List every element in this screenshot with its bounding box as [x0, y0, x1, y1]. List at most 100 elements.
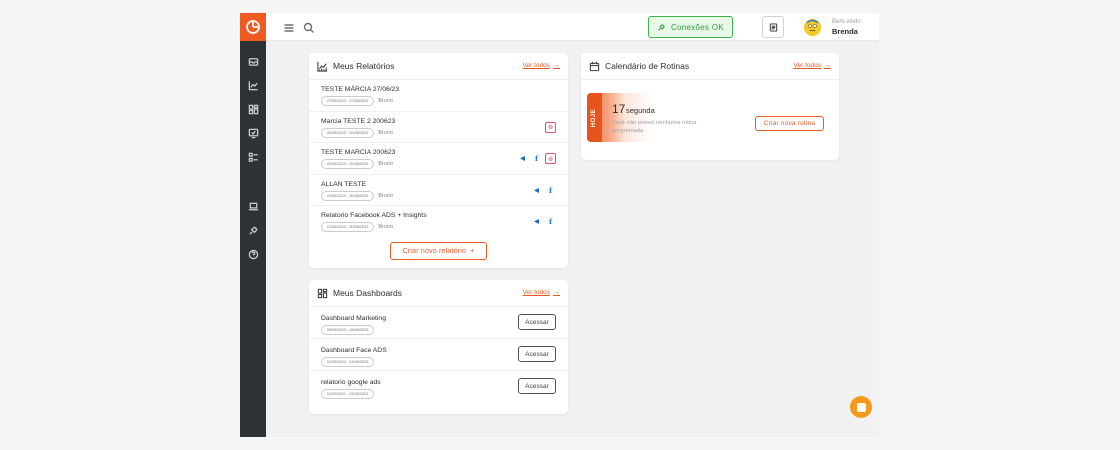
- today-tag: HOJE: [587, 93, 602, 142]
- report-row[interactable]: ALLAN TESTE 01/06/2023 - 30/06/2023 Bruno…: [309, 175, 568, 206]
- calendar-title: Calendário de Rotinas: [605, 61, 690, 71]
- report-author: Bruno: [378, 224, 394, 230]
- reports-card-header: Meus Relatórios Ver todos →: [309, 53, 568, 80]
- inbox-icon: [248, 57, 258, 66]
- chart-icon: [248, 80, 258, 90]
- connections-status-button[interactable]: Conexões OK: [648, 16, 733, 38]
- routine-calendar-card: Calendário de Rotinas Ver todos → HOJE 17…: [581, 53, 839, 160]
- create-routine-button[interactable]: Criar nova rotina: [755, 116, 824, 131]
- dashboards-list: Dashboard Marketing 05/06/2023 - 08/06/2…: [309, 307, 568, 403]
- username: Brenda: [832, 27, 858, 36]
- day-number: 17: [612, 102, 626, 116]
- report-name: Marcia TESTE 2 200623: [321, 117, 396, 125]
- avatar[interactable]: [804, 19, 821, 36]
- meta-ads-icon: ◀: [520, 156, 525, 162]
- report-author: Bruno: [378, 98, 394, 104]
- dashboards-card-header: Meus Dashboards Ver todos →: [309, 280, 568, 307]
- create-report-label: Criar novo relatório: [402, 247, 467, 255]
- report-date-range: 20/06/2023 - 20/06/2023: [321, 159, 375, 169]
- plug-icon: [658, 23, 665, 31]
- report-author: Bruno: [378, 161, 394, 167]
- report-date-range: 20/06/2023 - 20/06/2023: [321, 127, 375, 138]
- reports-card: Meus Relatórios Ver todos → TESTE MÁRCIA …: [309, 53, 568, 268]
- dashboard-icon: [317, 288, 328, 299]
- arrow-right-icon: →: [824, 62, 831, 69]
- chat-support-button[interactable]: [850, 396, 872, 418]
- today-tag-label: HOJE: [591, 108, 598, 127]
- brand-logo[interactable]: [240, 13, 266, 41]
- calendar-see-all-link[interactable]: Ver todos →: [794, 62, 831, 69]
- see-all-label: Ver todos: [522, 62, 550, 69]
- sidebar: [240, 13, 266, 437]
- laptop-icon: [248, 202, 258, 210]
- report-row[interactable]: Relatorio Facebook ADS + Insights 01/06/…: [309, 206, 568, 238]
- plus-icon: +: [470, 247, 475, 255]
- hamburger-icon: [284, 24, 294, 32]
- report-row[interactable]: TESTE MARCIA 200623 20/06/2023 - 20/06/2…: [309, 143, 568, 175]
- instagram-icon: ◎: [545, 121, 556, 133]
- help-icon: [248, 249, 258, 259]
- sidebar-item-reports[interactable]: [240, 73, 266, 97]
- day-name: segunda: [626, 106, 655, 115]
- create-report-button[interactable]: Criar novo relatório +: [390, 242, 487, 260]
- dashboard-icon: [248, 104, 258, 114]
- plug-icon: [248, 225, 258, 235]
- access-dashboard-button[interactable]: Acessar: [518, 314, 556, 330]
- menu-button[interactable]: [283, 21, 295, 33]
- dashboards-see-all-link[interactable]: Ver todos →: [523, 289, 560, 296]
- calendar-card-header: Calendário de Rotinas Ver todos →: [581, 53, 839, 80]
- sidebar-item-connections[interactable]: [240, 218, 266, 242]
- dashboard-date-range: 05/06/2023 - 08/06/2023: [321, 325, 375, 335]
- chart-icon: [317, 61, 328, 72]
- facebook-icon: f: [534, 154, 538, 163]
- access-dashboard-button[interactable]: Acessar: [518, 378, 556, 394]
- welcome-text: Bem-vindo: [832, 19, 861, 25]
- document-icon: [769, 22, 777, 32]
- search-icon: [303, 22, 314, 33]
- emoji-avatar-icon: [804, 19, 821, 36]
- see-all-label: Ver todos: [793, 62, 821, 69]
- chat-icon: [856, 402, 866, 412]
- today-routine-panel: HOJE 17 segunda Você não possui nenhuma …: [587, 93, 759, 142]
- sidebar-item-help[interactable]: [240, 242, 266, 266]
- sidebar-item-monitor[interactable]: [240, 121, 266, 145]
- dashboards-title: Meus Dashboards: [333, 288, 402, 298]
- report-row[interactable]: Marcia TESTE 2 200623 20/06/2023 - 20/06…: [309, 112, 568, 143]
- documents-button[interactable]: [762, 16, 784, 38]
- reports-see-all-link[interactable]: Ver todos →: [523, 62, 560, 69]
- access-dashboard-button[interactable]: Acessar: [518, 346, 556, 362]
- report-date-range: 27/06/2023 - 27/06/2023: [321, 96, 375, 106]
- no-routine-message: Você não possui nenhuma rotina programad…: [612, 120, 697, 134]
- dashboard-row: Dashboard Marketing 05/06/2023 - 08/06/2…: [309, 307, 568, 339]
- arrow-right-icon: →: [553, 289, 560, 296]
- report-name: TESTE MÁRCIA 27/06/23: [321, 86, 400, 93]
- dashboard-date-range: 01/03/2021 - 31/03/2021: [321, 389, 375, 399]
- facebook-icon: f: [548, 185, 552, 195]
- logo-icon: [246, 20, 260, 34]
- reports-title: Meus Relatórios: [333, 61, 395, 71]
- dashboard-row: Dashboard Face ADS 01/05/2023 - 31/05/20…: [309, 339, 568, 371]
- report-author: Bruno: [378, 129, 394, 136]
- meta-ads-icon: ◀: [534, 219, 539, 225]
- app-window: Conexões OK Bem-vindo Brenda Meus Relató…: [240, 13, 879, 437]
- meta-ads-icon: ◀: [534, 187, 539, 194]
- connections-label: Conexões OK: [670, 22, 725, 32]
- arrow-right-icon: →: [553, 62, 560, 69]
- checklist-icon: [248, 152, 258, 162]
- search-button[interactable]: [303, 21, 315, 33]
- reports-list: TESTE MÁRCIA 27/06/23 27/06/2023 - 27/06…: [309, 80, 568, 238]
- sidebar-item-inbox[interactable]: [240, 49, 266, 73]
- facebook-icon: f: [548, 217, 552, 226]
- sidebar-item-tasks[interactable]: [240, 145, 266, 169]
- report-row[interactable]: TESTE MÁRCIA 27/06/23 27/06/2023 - 27/06…: [309, 80, 568, 112]
- sidebar-item-dashboards[interactable]: [240, 97, 266, 121]
- monitor-check-icon: [248, 128, 258, 138]
- dashboard-row: relatorio google ads 01/03/2021 - 31/03/…: [309, 371, 568, 403]
- calendar-icon: [589, 61, 600, 72]
- sidebar-item-devices[interactable]: [240, 194, 266, 218]
- instagram-icon: ◎: [545, 153, 556, 164]
- see-all-label: Ver todos: [522, 289, 550, 296]
- report-author: Bruno: [378, 192, 394, 199]
- topbar: Conexões OK Bem-vindo Brenda: [266, 13, 879, 41]
- dashboards-card: Meus Dashboards Ver todos → Dashboard Mar…: [309, 280, 568, 414]
